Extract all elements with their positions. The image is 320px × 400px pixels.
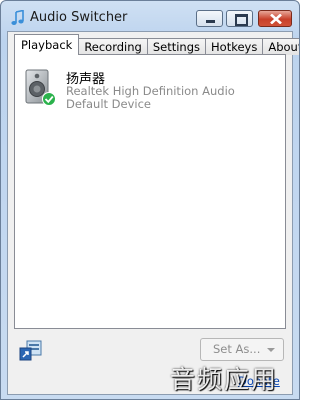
tab-settings[interactable]: Settings [146, 38, 207, 55]
device-status: Default Device [66, 97, 152, 111]
minimize-button[interactable] [196, 10, 223, 27]
donate-link[interactable]: Donate [238, 374, 280, 388]
close-icon [270, 14, 282, 24]
maximize-icon [235, 14, 248, 26]
chevron-down-icon [267, 348, 275, 352]
green-check-icon [42, 92, 56, 106]
tab-hotkeys[interactable]: Hotkeys [205, 38, 264, 55]
client-area: Playback Recording Settings Hotkeys Abou… [7, 31, 299, 395]
app-window: Audio Switcher Playback Recording Settin… [0, 0, 300, 400]
tab-playback[interactable]: Playback [14, 34, 80, 55]
set-as-label: Set As... [213, 342, 261, 356]
minimize-icon [206, 20, 215, 23]
device-description: Realtek High Definition Audio [66, 84, 235, 98]
maximize-button[interactable] [226, 10, 253, 27]
set-as-button[interactable]: Set As... [200, 338, 284, 361]
speaker-icon [23, 69, 57, 107]
close-button[interactable] [258, 10, 292, 27]
title-bar[interactable]: Audio Switcher [1, 1, 299, 35]
playback-panel: 扬声器 Realtek High Definition Audio Defaul… [14, 54, 286, 329]
tray-app-icon[interactable] [18, 340, 43, 361]
tab-about[interactable]: About [262, 38, 299, 55]
window-title: Audio Switcher [30, 10, 128, 25]
device-list-item[interactable]: 扬声器 Realtek High Definition Audio Defaul… [23, 68, 273, 114]
music-note-icon [10, 9, 26, 26]
tab-recording[interactable]: Recording [78, 38, 148, 55]
tab-strip: Playback Recording Settings Hotkeys Abou… [14, 34, 299, 55]
